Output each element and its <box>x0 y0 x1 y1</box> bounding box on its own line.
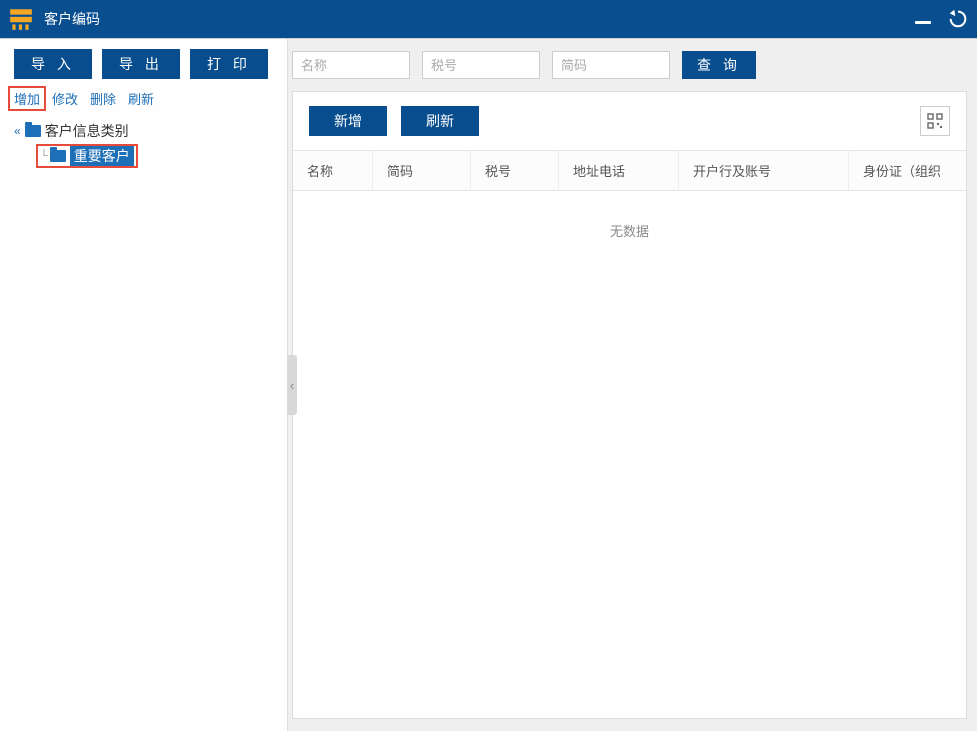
search-bar: 查 询 <box>288 39 977 91</box>
refresh-link[interactable]: 刷新 <box>128 89 154 108</box>
sidebar-splitter[interactable]: ‹ <box>287 355 297 415</box>
app-logo-icon <box>8 7 34 31</box>
tree-child-selected[interactable]: └ 重要客户 <box>36 144 138 168</box>
table-header: 名称 简码 税号 地址电话 开户行及账号 身份证（组织 <box>293 150 966 191</box>
chevron-left-icon: ‹ <box>290 378 294 393</box>
body: 导 入 导 出 打 印 增加 修改 删除 刷新 « 客户信息类别 └ <box>0 38 977 731</box>
tree-root[interactable]: « 客户信息类别 <box>14 120 273 142</box>
folder-icon <box>50 150 66 162</box>
back-button[interactable] <box>947 7 969 32</box>
collapse-icon[interactable]: « <box>14 124 21 138</box>
col-idorg: 身份证（组织 <box>849 151 966 190</box>
col-name: 名称 <box>293 151 373 190</box>
col-bank: 开户行及账号 <box>679 151 849 190</box>
col-shortcode: 简码 <box>373 151 471 190</box>
qr-button[interactable] <box>920 106 950 136</box>
add-link[interactable]: 增加 <box>8 86 46 111</box>
tree-root-label: 客户信息类别 <box>45 121 129 141</box>
content-box: 新增 刷新 名称 简码 <box>292 91 967 719</box>
window-controls <box>915 7 969 32</box>
tree-branch-icon: └ <box>40 150 48 162</box>
export-button[interactable]: 导 出 <box>102 49 180 79</box>
category-tree: « 客户信息类别 └ 重要客户 <box>14 120 273 168</box>
delete-link[interactable]: 删除 <box>90 89 116 108</box>
content-toolbar: 新增 刷新 <box>293 92 966 150</box>
shortcode-input[interactable] <box>552 51 670 79</box>
import-button[interactable]: 导 入 <box>14 49 92 79</box>
folder-icon <box>25 125 41 137</box>
add-button[interactable]: 新增 <box>309 106 387 136</box>
minimize-button[interactable] <box>915 15 931 24</box>
edit-link[interactable]: 修改 <box>52 89 78 108</box>
taxno-input[interactable] <box>422 51 540 79</box>
sidebar-links: 增加 修改 删除 刷新 <box>14 89 273 108</box>
col-addrphone: 地址电话 <box>559 151 679 190</box>
main-panel: 查 询 新增 刷新 <box>288 39 977 731</box>
name-input[interactable] <box>292 51 410 79</box>
print-button[interactable]: 打 印 <box>190 49 268 79</box>
titlebar: 客户编码 <box>0 0 977 38</box>
window-title: 客户编码 <box>44 9 915 29</box>
tree-child-label: 重要客户 <box>70 146 134 166</box>
no-data-text: 无数据 <box>293 191 966 270</box>
col-taxno: 税号 <box>471 151 559 190</box>
qr-icon <box>927 113 943 129</box>
query-button[interactable]: 查 询 <box>682 51 756 79</box>
minimize-icon <box>915 21 931 24</box>
sidebar: 导 入 导 出 打 印 增加 修改 删除 刷新 « 客户信息类别 └ <box>0 39 288 731</box>
refresh-button[interactable]: 刷新 <box>401 106 479 136</box>
sidebar-button-row: 导 入 导 出 打 印 <box>14 49 273 79</box>
undo-icon <box>947 7 969 29</box>
app-window: 客户编码 导 入 导 出 打 印 增加 修改 删除 刷新 « <box>0 0 977 731</box>
